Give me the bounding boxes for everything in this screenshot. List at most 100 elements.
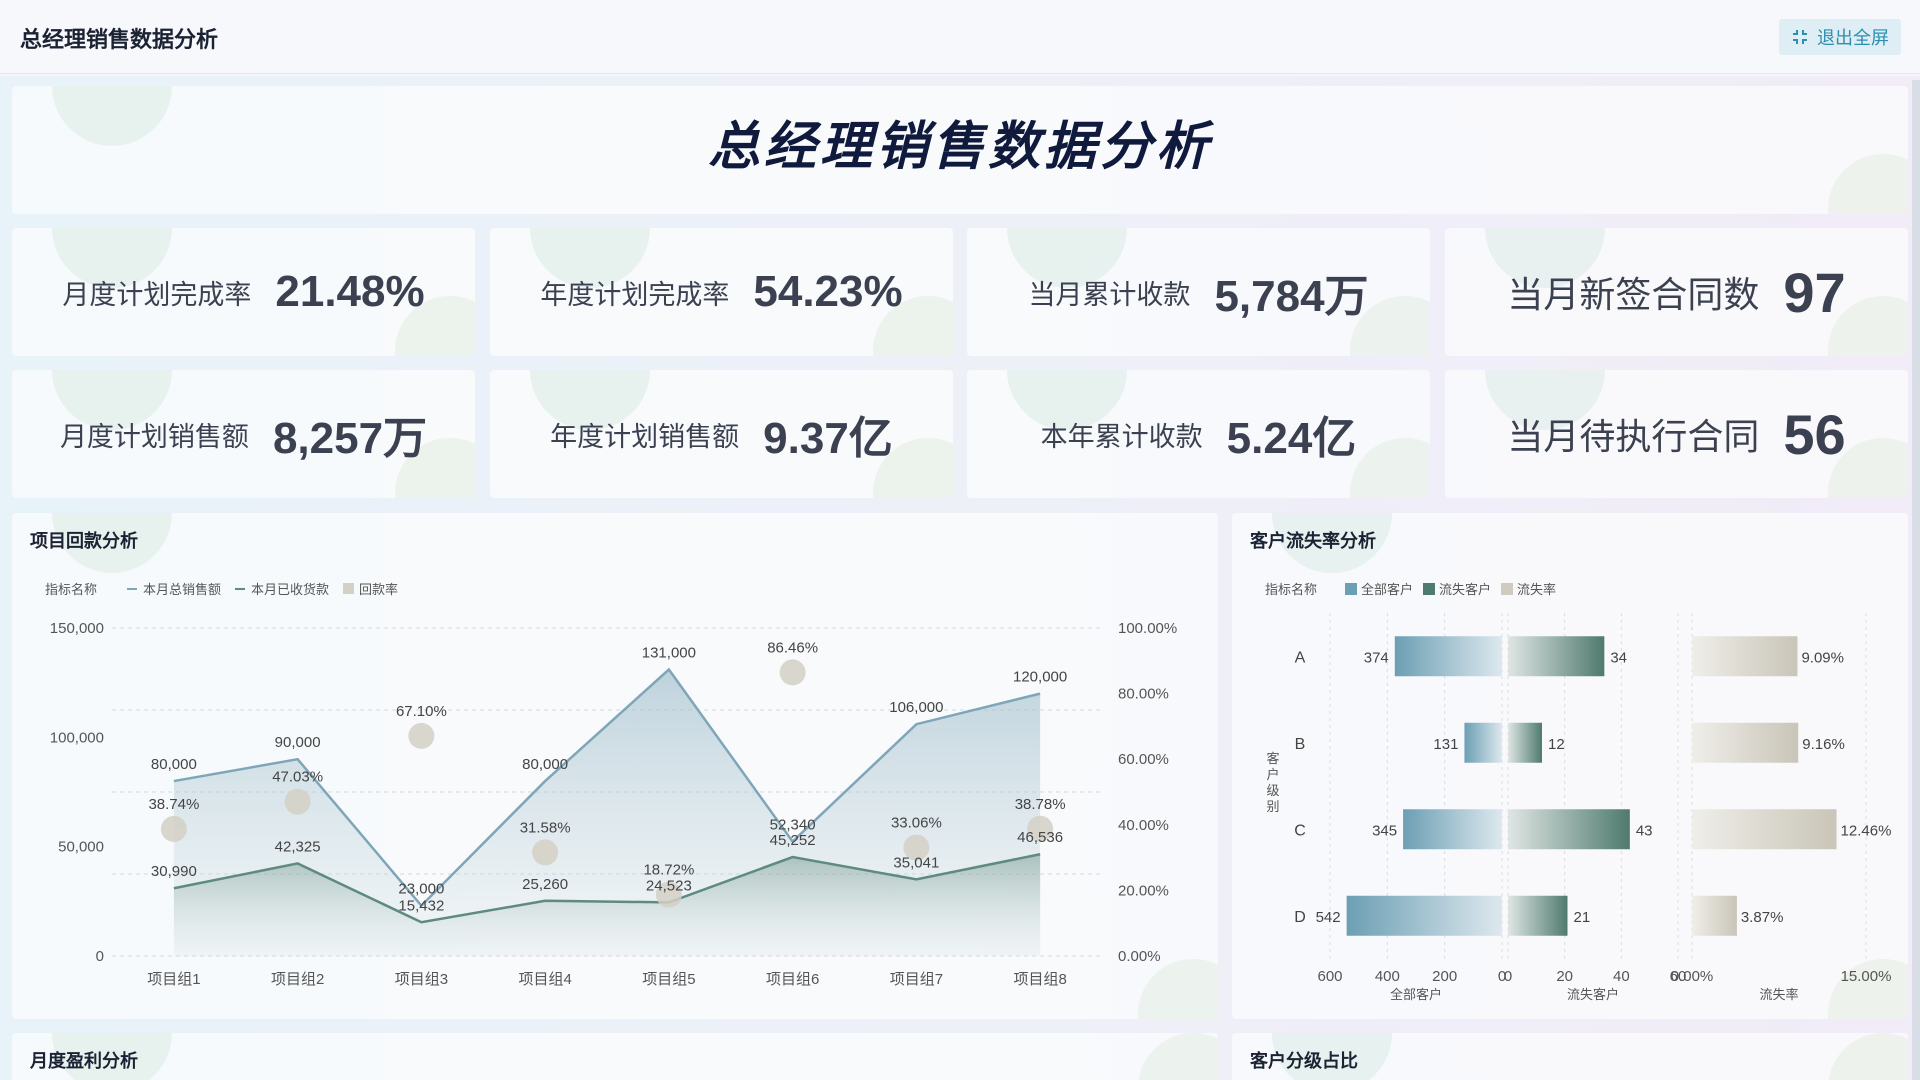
data-label: 131	[1433, 736, 1458, 753]
data-label: 46,536	[1017, 829, 1063, 846]
kpi-card: 当月新签合同数 97	[1445, 228, 1908, 356]
collapse-icon	[1793, 30, 1807, 44]
y2-tick-label: 20.00%	[1118, 882, 1169, 899]
x-tick-label: 40	[1613, 968, 1630, 985]
data-label: 12.46%	[1841, 822, 1892, 839]
legend-label: 回款率	[359, 582, 398, 597]
data-label: 52,340	[770, 817, 816, 834]
legend-title: 指标名称	[1265, 582, 1317, 597]
kpi-card: 月度计划销售额 8,257万	[12, 370, 475, 498]
monthly-profit-panel: 月度盈利分析	[12, 1033, 1218, 1080]
exit-fullscreen-button[interactable]: 退出全屏	[1779, 19, 1901, 55]
kpi-value: 5,784万	[1214, 272, 1369, 321]
data-label: 23,000	[398, 881, 444, 898]
kpi-label: 年度计划销售额	[550, 421, 740, 452]
x-tick-label: 600	[1317, 968, 1342, 985]
rate-point	[284, 788, 311, 815]
data-label: 38.78%	[1015, 796, 1066, 813]
x-tick-label: 项目组4	[518, 971, 571, 988]
customer-churn-panel: 客户流失率分析 指标名称 全部客户 流失客户 流失率客户级别 A B C D 374 131 345…	[1232, 513, 1908, 1019]
app-title: 总经理销售数据分析	[20, 27, 219, 52]
data-label: 45,252	[770, 832, 816, 849]
data-label: 47.03%	[272, 769, 323, 786]
x-tick-label: 0	[1504, 968, 1512, 985]
data-label: 120,000	[1013, 669, 1067, 686]
customer-churn-chart: 指标名称 全部客户 流失客户 流失率客户级别ABCD37413134554234124…	[1265, 582, 1892, 1002]
kpi-card: 年度计划销售额 9.37亿	[490, 370, 953, 498]
bar-lost-customers	[1508, 895, 1568, 936]
legend-swatch	[1423, 583, 1435, 595]
legend-label: 全部客户	[1361, 582, 1413, 597]
x-axis-label: 流失率	[1759, 987, 1798, 1002]
kpi-label: 当月新签合同数	[1507, 274, 1760, 315]
data-label: 86.46%	[767, 639, 818, 656]
category-label: D	[1294, 909, 1306, 926]
kpi-card: 年度计划完成率 54.23%	[490, 228, 953, 356]
data-label: 35,041	[893, 854, 939, 871]
y2-tick-label: 60.00%	[1118, 751, 1169, 768]
kpi-card: 当月累计收款 5,784万	[967, 228, 1430, 356]
legend-swatch	[1345, 583, 1357, 595]
kpi-label: 本年累计收款	[1040, 421, 1203, 452]
y2-tick-label: 100.00%	[1118, 620, 1177, 637]
x-tick-label: 项目组5	[642, 971, 695, 988]
x-tick-label: 项目组1	[147, 971, 200, 988]
data-label: 24,523	[646, 877, 692, 894]
legend-title: 指标名称	[45, 582, 97, 597]
x-tick-label: 项目组3	[395, 971, 448, 988]
panel-title: 客户分级占比	[1250, 1051, 1358, 1071]
data-label: 25,260	[522, 876, 568, 893]
rate-point	[408, 722, 435, 749]
rate-point	[779, 659, 806, 686]
x-tick-label: 项目组7	[890, 971, 943, 988]
bar-all-customers	[1346, 895, 1502, 936]
kpi-value: 9.37亿	[763, 414, 893, 463]
y-tick-label: 100,000	[50, 729, 104, 746]
data-label: 80,000	[151, 756, 197, 773]
data-label: 43	[1636, 822, 1653, 839]
panel-title: 月度盈利分析	[30, 1051, 138, 1071]
data-label: 3.87%	[1741, 909, 1784, 926]
category-label: B	[1295, 736, 1306, 753]
legend-label: 本月总销售额	[143, 582, 221, 597]
bar-churn-rate	[1692, 636, 1798, 677]
kpi-value: 8,257万	[272, 414, 428, 463]
kpi-card: 当月待执行合同 56	[1445, 370, 1908, 498]
data-label: 374	[1364, 649, 1389, 666]
y-tick-label: 50,000	[58, 839, 104, 856]
y2-tick-label: 80.00%	[1118, 686, 1169, 703]
data-label: 21	[1574, 909, 1591, 926]
y-axis-label: 别	[1266, 799, 1279, 814]
data-label: 18.72%	[643, 862, 694, 879]
legend-label: 本月已收货款	[251, 582, 329, 597]
kpi-value: 54.23%	[753, 267, 903, 316]
bar-all-customers	[1403, 809, 1502, 850]
bar-churn-rate	[1692, 895, 1737, 936]
legend-label: 流失率	[1517, 582, 1556, 597]
rate-point	[160, 815, 187, 842]
kpi-card: 月度计划完成率 21.48%	[12, 228, 475, 356]
data-label: 9.09%	[1801, 649, 1844, 666]
y2-tick-label: 0.00%	[1118, 948, 1161, 965]
y2-tick-label: 40.00%	[1118, 817, 1169, 834]
project-payment-chart: 指标名称 本月总销售额 本月已收货款 回款率 0 50,000 100,000 150,000…	[45, 582, 1177, 988]
bar-lost-customers	[1508, 636, 1605, 677]
legend-swatch	[343, 583, 354, 594]
kpi-label: 当月累计收款	[1028, 279, 1191, 310]
kpi-label: 月度计划销售额	[59, 421, 249, 452]
data-label: 38.74%	[148, 796, 199, 813]
vertical-scrollbar[interactable]	[1912, 80, 1920, 1080]
data-label: 345	[1372, 822, 1397, 839]
data-label: 80,000	[522, 756, 568, 773]
kpi-label: 月度计划完成率	[62, 279, 252, 310]
data-label: 90,000	[275, 734, 321, 751]
data-label: 12	[1548, 736, 1565, 753]
data-label: 542	[1316, 909, 1341, 926]
data-label: 31.58%	[520, 819, 571, 836]
kpi-value: 5.24亿	[1226, 414, 1357, 463]
bar-lost-customers	[1508, 722, 1542, 763]
y-tick-label: 0	[96, 948, 104, 965]
top-bar: 总经理销售数据分析 退出全屏	[0, 0, 1920, 74]
y-tick-label: 150,000	[50, 620, 104, 637]
x-tick-label: 400	[1375, 968, 1400, 985]
